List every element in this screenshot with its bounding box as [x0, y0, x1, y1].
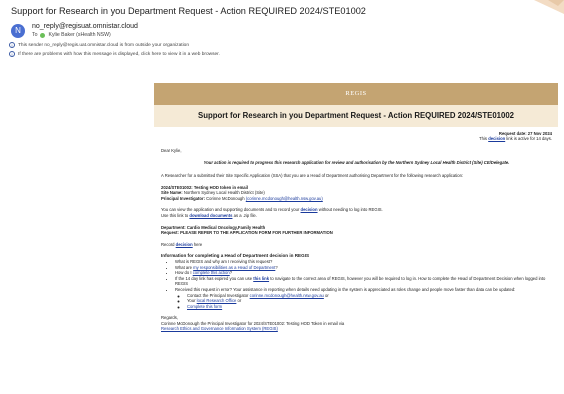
info-icon: i — [9, 42, 15, 48]
site-label: Site Name: — [161, 190, 183, 196]
pi-email-link[interactable]: (corinne.mcdonough@health.nsw.gov.au) — [246, 196, 323, 201]
body-title: Support for Research in you Department R… — [154, 105, 558, 127]
info-icon: i — [9, 51, 15, 57]
sub-list: Contact the Principal Investigator corin… — [175, 293, 552, 310]
pi-name: Corinne McDonough — [206, 195, 245, 201]
complete-form-link[interactable]: Complete this form — [187, 304, 222, 309]
record-decision-link[interactable]: decision — [176, 242, 193, 247]
email-content: Request date: 27 Nov 2024 This decision … — [154, 127, 558, 332]
intro-text: Your action is required to progress this… — [203, 160, 510, 166]
research-office-link[interactable]: local Research Office — [197, 298, 237, 303]
pi-contact-link[interactable]: corinne.mcdonough@health.nsw.gov.au — [250, 293, 324, 298]
info-item: If the 14 day link has expired you can u… — [175, 276, 552, 287]
display-problem-text[interactable]: If there are problems with how this mess… — [18, 52, 220, 57]
external-sender-text: This sender no_reply@regis.uat.omnistar.… — [18, 42, 189, 48]
record-post: here — [193, 241, 203, 247]
request-line: Request: PLEASE REFER TO THE APPLICATION… — [161, 230, 333, 236]
recipient-line: To Kylie Baker (sHealth NSW) — [32, 32, 111, 38]
download-pre: Use this link to — [161, 212, 189, 218]
decision-link[interactable]: decision — [488, 136, 505, 141]
recipient-name[interactable]: Kylie Baker (sHealth NSW) — [48, 32, 110, 38]
greeting: Dear Kylie, — [161, 147, 182, 153]
sender-avatar[interactable]: N — [11, 24, 25, 38]
info-list: What is REGIS and why am I receiving thi… — [161, 259, 552, 309]
email-body: REGIS Support for Research in you Depart… — [154, 83, 558, 389]
sub-text: Contact the Principal Investigator — [187, 292, 249, 298]
download-documents-link[interactable]: download documents — [189, 213, 232, 218]
complete-action-link[interactable]: complete this action — [193, 270, 230, 275]
info-text: Received this request in error? Your ass… — [175, 286, 516, 292]
view-pre: You can view the application and support… — [161, 207, 300, 213]
active-post: link is active for 14 days. — [506, 136, 552, 142]
display-problem-notice[interactable]: i If there are problems with how this me… — [9, 51, 220, 57]
active-pre: This — [479, 136, 488, 142]
submitted-text: A Researcher for a submitted their Site … — [161, 173, 464, 178]
site-value: Northern Sydney Local Health District (S… — [183, 190, 265, 196]
record-pre: Record — [161, 241, 175, 247]
download-line: Use this link to download documents as a… — [161, 213, 552, 219]
corner-accent-decoration — [534, 0, 564, 14]
sub-text: Your — [187, 298, 196, 304]
external-sender-notice: i This sender no_reply@regis.uat.omnista… — [9, 42, 189, 48]
sub-text: or — [237, 298, 242, 304]
view-decision-link[interactable]: decision — [301, 207, 318, 212]
regis-banner: REGIS — [154, 83, 558, 105]
view-post: without needing to log into REGIS. — [318, 207, 383, 213]
record-line: Record decision here — [161, 242, 552, 248]
info-text: What are — [175, 264, 192, 270]
presence-status-icon — [40, 32, 46, 38]
sub-text: or — [325, 292, 329, 298]
info-text: How do I — [175, 270, 192, 276]
email-subject: Support for Research in you Department R… — [11, 6, 366, 16]
responsibilities-link[interactable]: my responsibilities as a Head of Departm… — [193, 265, 275, 270]
active-line: This decision link is active for 14 days… — [161, 136, 552, 141]
pi-line: Principal Investigator: Corinne McDonoug… — [161, 196, 552, 202]
download-post: as a .zip file. — [233, 212, 257, 218]
this-link[interactable]: this link — [253, 276, 269, 281]
pi-label: Principal Investigator: — [161, 195, 205, 201]
info-text: What is REGIS and why am I receiving thi… — [175, 258, 273, 264]
info-text: If the 14 day link has expired you can u… — [175, 275, 253, 281]
to-prefix: To — [32, 32, 38, 38]
info-item: Received this request in error? Your ass… — [175, 287, 552, 309]
info-text: ? — [275, 264, 278, 270]
info-text: ? — [229, 270, 233, 276]
sub-item: Complete this form — [187, 304, 552, 310]
sender-address[interactable]: no_reply@regisuat.omnistar.cloud — [32, 23, 138, 30]
regis-system-link[interactable]: Research Ethics and Governance Informati… — [161, 326, 552, 332]
